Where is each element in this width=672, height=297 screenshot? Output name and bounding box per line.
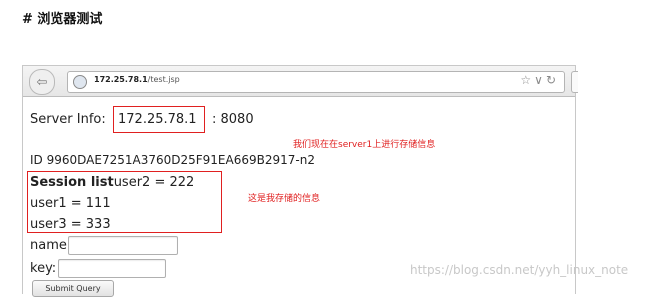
submit-button[interactable]: Submit Query [32,280,114,297]
browser-toolbar: ⇦ 172.25.78.1/test.jsp ☆ ∨ ↻ [23,66,578,97]
key-input[interactable] [58,259,166,278]
globe-icon [73,75,87,89]
server-ip-highlight [113,106,205,133]
browser-window: ⇦ 172.25.78.1/test.jsp ☆ ∨ ↻ Server Info: … [22,65,578,294]
name-label: name: [30,238,72,253]
server-port: : 8080 [212,112,254,127]
address-bar[interactable]: 172.25.78.1/test.jsp ☆ ∨ ↻ [67,71,565,93]
search-bar-edge[interactable] [571,71,578,93]
annotation-storage: 这是我存储的信息 [248,194,321,204]
annotation-server: 我们现在在server1上进行存储信息 [293,140,436,150]
back-arrow-icon[interactable]: ⇦ [29,69,55,95]
page-heading: # 浏览器测试 [22,12,103,27]
dropdown-icon[interactable]: ∨ [534,73,543,87]
watermark: https://blog.csdn.net/yyh_linux_note [410,263,629,277]
server-info-label: Server Info: [30,112,106,127]
reload-icon[interactable]: ↻ [546,73,556,87]
key-label: key: [30,261,57,276]
url-text[interactable]: 172.25.78.1/test.jsp [94,75,180,84]
star-icon[interactable]: ☆ [520,73,531,87]
session-id: ID 9960DAE7251A3760D25F91EA669B2917-n2 [30,153,315,167]
name-input[interactable] [68,236,178,255]
session-highlight [27,171,222,233]
